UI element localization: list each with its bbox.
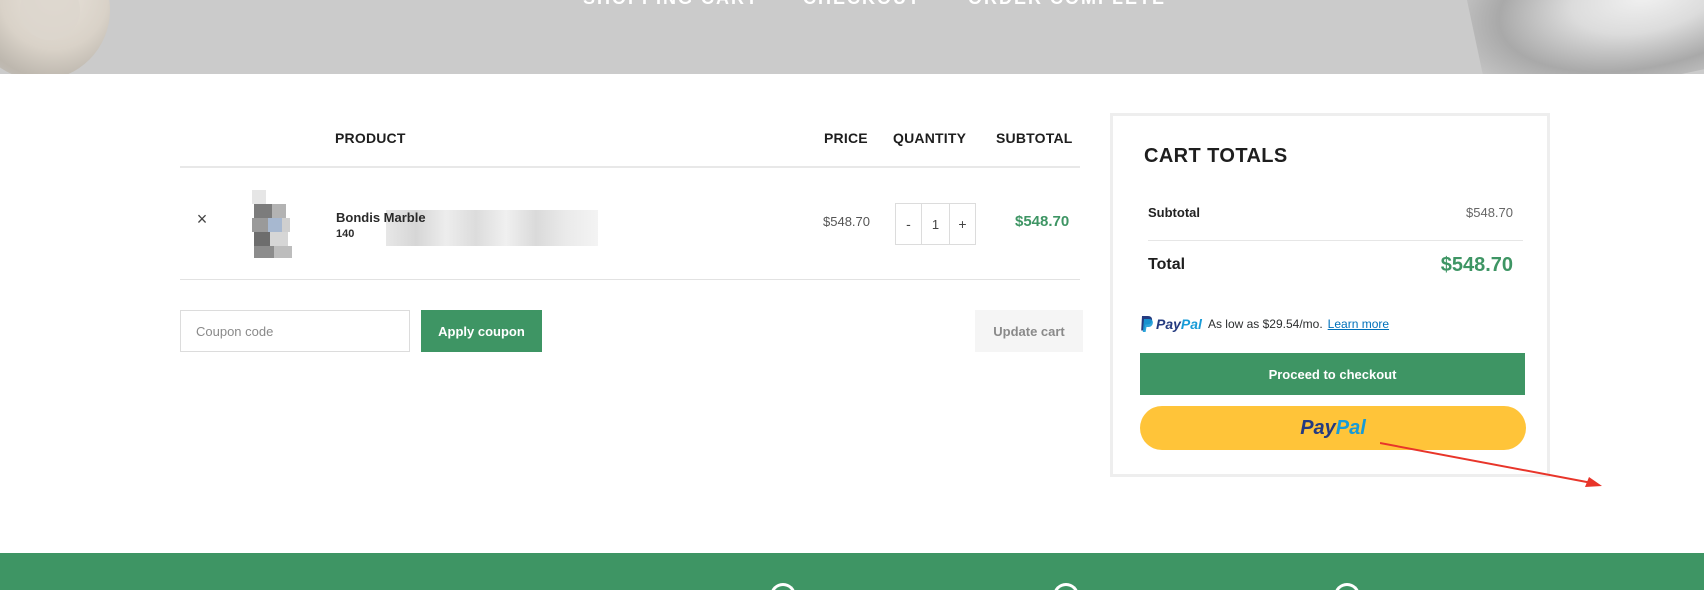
step-order-complete: ORDER COMPLETE: [968, 0, 1166, 9]
footer-feature-icon: [770, 583, 796, 590]
paypal-wordmark-small: PayPal: [1156, 316, 1202, 332]
page-banner: SHOPPING CART CHECKOUT ORDER COMPLETE: [0, 0, 1704, 74]
cart-table-header: PRODUCT PRICE QUANTITY SUBTOTAL: [180, 110, 1080, 168]
footer-band: [0, 553, 1704, 590]
annotation-arrow-icon: [1380, 442, 1602, 487]
paypal-message-text: As low as $29.54/mo.: [1207, 317, 1323, 331]
totals-total-row: Total $548.70: [1148, 254, 1523, 300]
product-name-line1: Bondis Marble: [336, 210, 426, 225]
product-name-line2: 140: [336, 228, 355, 240]
paypal-wordmark: PayPal: [1300, 416, 1366, 439]
footer-feature-icon: [1053, 583, 1079, 590]
cart-table: PRODUCT PRICE QUANTITY SUBTOTAL × Bondis…: [180, 110, 1083, 362]
paypal-pay-later-message: PayPal As low as $29.54/mo. Learn more: [1140, 315, 1389, 333]
paypal-logo: PayPal: [1140, 316, 1202, 332]
remove-item-icon[interactable]: ×: [194, 210, 210, 228]
cart-totals-panel: CART TOTALS Subtotal $548.70 Total $548.…: [1110, 113, 1550, 477]
cart-totals-title: CART TOTALS: [1144, 145, 1288, 167]
total-value: $548.70: [1440, 254, 1513, 276]
cart-actions: Coupon code Apply coupon Update cart: [180, 280, 1083, 362]
cart-item-row: × Bondis Marble 140 $548.70 - 1 + $548.7…: [180, 168, 1080, 280]
update-cart-button[interactable]: Update cart: [975, 310, 1083, 352]
subtotal-label: Subtotal: [1148, 205, 1200, 220]
apply-coupon-button[interactable]: Apply coupon: [421, 310, 542, 352]
quantity-stepper: - 1 +: [895, 203, 976, 245]
checkout-steps: SHOPPING CART CHECKOUT ORDER COMPLETE: [0, 0, 1704, 12]
item-price: $548.70: [823, 214, 870, 229]
header-price: PRICE: [824, 130, 868, 146]
qty-input[interactable]: 1: [921, 204, 950, 244]
subtotal-value: $548.70: [1466, 205, 1513, 220]
learn-more-link[interactable]: Learn more: [1328, 317, 1389, 331]
product-thumbnail[interactable]: [240, 186, 300, 262]
paypal-p-icon: [1141, 316, 1153, 332]
total-label: Total: [1148, 256, 1186, 273]
totals-subtotal-row: Subtotal $548.70: [1148, 196, 1523, 241]
footer-feature-icon: [1334, 583, 1360, 590]
coupon-code-input[interactable]: Coupon code: [180, 310, 410, 352]
qty-minus-button[interactable]: -: [896, 204, 921, 244]
step-shopping-cart[interactable]: SHOPPING CART: [583, 0, 759, 9]
header-product: PRODUCT: [335, 130, 406, 146]
header-quantity: QUANTITY: [893, 130, 967, 146]
header-subtotal: SUBTOTAL: [996, 130, 1073, 146]
item-subtotal: $548.70: [1015, 213, 1070, 230]
product-name-link[interactable]: Bondis Marble 140: [336, 210, 598, 250]
step-checkout[interactable]: CHECKOUT: [803, 0, 921, 9]
qty-plus-button[interactable]: +: [950, 204, 975, 244]
proceed-to-checkout-button[interactable]: Proceed to checkout: [1140, 353, 1525, 395]
